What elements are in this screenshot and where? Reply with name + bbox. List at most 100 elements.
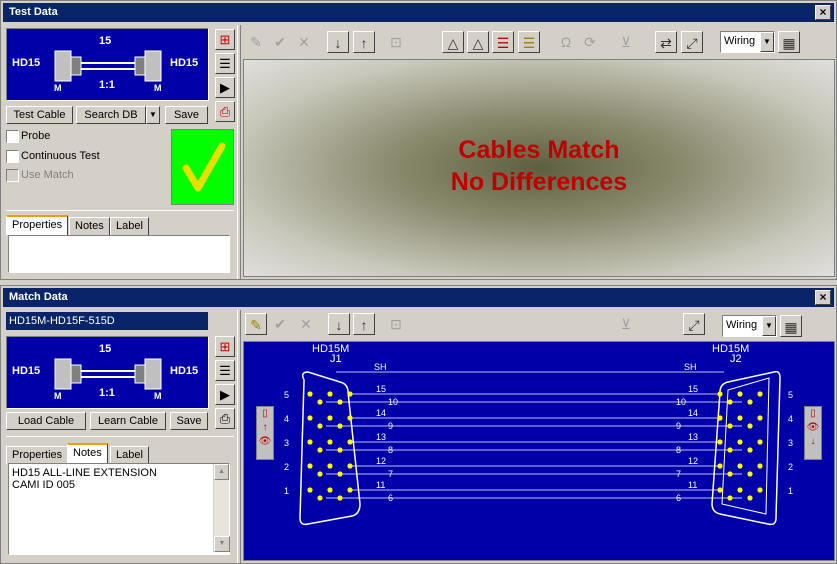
search-db-dropdown[interactable]: ▼	[146, 106, 160, 124]
notes-scrollbar[interactable]: ▲ ▼	[213, 464, 230, 552]
chevron-down-icon: ▼	[762, 316, 776, 336]
separator	[6, 210, 234, 211]
connector-icon[interactable]: ⊡	[385, 313, 407, 335]
arrow-up-icon[interactable]: ↑	[353, 313, 375, 335]
properties-content[interactable]	[8, 235, 230, 273]
pin-dot	[757, 487, 763, 493]
checkmark-icon	[182, 142, 226, 192]
close-button[interactable]: ×	[815, 290, 831, 305]
print-icon[interactable]: ⎙	[215, 408, 235, 429]
wire-label: 8	[388, 445, 393, 455]
pin-dot	[737, 391, 743, 397]
pencil-icon[interactable]: ✎	[245, 31, 267, 53]
red-lines-icon[interactable]: ☰	[492, 31, 514, 53]
wire-label: 6	[676, 493, 681, 503]
pin-dot	[757, 463, 763, 469]
match-data-panel: Match Data × HD15M-HD15F-515D 15 HD15 HD…	[0, 285, 837, 564]
tab-properties[interactable]: Properties	[6, 446, 69, 464]
add-triangle-icon[interactable]: △	[442, 31, 464, 53]
wiring-select[interactable]: Wiring ▼	[722, 315, 777, 337]
pencil-icon[interactable]: ✎	[245, 313, 267, 335]
left-probe-icon[interactable]: ▯ ↑ 👁	[256, 406, 274, 460]
tab-label[interactable]: Label	[110, 217, 149, 235]
result-line-1: Cables Match	[458, 136, 620, 164]
pin-dot	[747, 495, 753, 501]
grid-icon[interactable]: ▦	[780, 315, 802, 337]
test-cable-button[interactable]: Test Cable	[6, 106, 73, 124]
panel-splitter[interactable]	[237, 25, 241, 279]
scroll-up-icon[interactable]: ▲	[214, 464, 229, 480]
right-gender: M	[154, 83, 162, 93]
shield-label-right: SH	[684, 362, 697, 372]
save-button[interactable]: Save	[165, 106, 208, 124]
arrow-up-icon[interactable]: ↑	[353, 31, 375, 53]
wire-label: 6	[388, 493, 393, 503]
search-db-button[interactable]: Search DB	[76, 106, 146, 124]
print-icon[interactable]: ⎙	[215, 101, 235, 122]
yellow-lines-icon[interactable]: ☰	[518, 31, 540, 53]
j2-name-label: J2	[730, 353, 742, 365]
connector-pinout-icon[interactable]: ⊞	[215, 29, 235, 50]
tab-properties[interactable]: Properties	[6, 215, 69, 235]
pin-dot	[717, 415, 723, 421]
close-button[interactable]: ×	[815, 5, 831, 20]
swap-icon[interactable]: ⇄	[655, 31, 677, 53]
crosstalk-icon[interactable]: ⊻	[615, 31, 637, 53]
continuous-test-checkbox[interactable]	[6, 150, 19, 163]
tab-notes[interactable]: Notes	[69, 217, 110, 235]
notes-textarea[interactable]: HD15 ALL-LINE EXTENSION CAMI ID 005 ▲ ▼	[8, 463, 230, 555]
fit-icon[interactable]: ⤢	[683, 313, 705, 335]
pin-dot	[317, 495, 323, 501]
pin-dot	[307, 487, 313, 493]
triangle-icon[interactable]: △	[467, 31, 489, 53]
tab-notes[interactable]: Notes	[67, 443, 108, 463]
crosstalk-icon[interactable]: ⊻	[615, 313, 637, 335]
result-line-2: No Differences	[450, 168, 628, 196]
pin-dot	[747, 423, 753, 429]
pin-dot	[307, 415, 313, 421]
play-icon[interactable]: ▶	[215, 77, 235, 98]
connector-icon[interactable]: ⊡	[385, 31, 407, 53]
list-icon[interactable]: ☰	[215, 53, 235, 74]
pin-dot	[307, 391, 313, 397]
list-icon[interactable]: ☰	[215, 360, 235, 381]
pin-dot	[307, 439, 313, 445]
pin-dot	[757, 439, 763, 445]
pin-dot	[347, 487, 353, 493]
arrow-down-icon[interactable]: ↓	[328, 313, 350, 335]
x-icon[interactable]: ✕	[293, 31, 315, 53]
pin-dot	[717, 439, 723, 445]
refresh-icon[interactable]: ⟳	[579, 31, 601, 53]
ohm-icon[interactable]: Ω	[555, 31, 577, 53]
pin-dot	[757, 391, 763, 397]
pin-dot	[747, 447, 753, 453]
wire-label: 11	[376, 480, 385, 490]
check-icon[interactable]: ✔	[269, 31, 291, 53]
panel-splitter[interactable]	[237, 310, 241, 563]
pin-dot	[717, 391, 723, 397]
scroll-down-icon[interactable]: ▼	[214, 536, 230, 552]
wire-label: 14	[688, 408, 698, 418]
connector-pinout-icon[interactable]: ⊞	[215, 336, 235, 357]
learn-cable-button[interactable]: Learn Cable	[90, 412, 166, 430]
arrow-down-icon[interactable]: ↓	[327, 31, 349, 53]
wiring-select[interactable]: Wiring ▼	[720, 31, 775, 53]
check-icon[interactable]: ✔	[269, 313, 291, 335]
pin-dot	[727, 423, 733, 429]
tab-label[interactable]: Label	[110, 446, 149, 464]
fit-icon[interactable]: ⤢	[681, 31, 703, 53]
pin-dot	[727, 447, 733, 453]
probe-checkbox[interactable]	[6, 130, 19, 143]
grid-icon[interactable]: ▦	[778, 31, 800, 53]
pin-dot	[337, 471, 343, 477]
x-icon[interactable]: ✕	[295, 313, 317, 335]
play-icon[interactable]: ▶	[215, 384, 235, 405]
right-probe-icon[interactable]: ▯ 👁 ↓	[804, 406, 822, 460]
load-cable-button[interactable]: Load Cable	[6, 412, 86, 430]
pin-dot	[737, 487, 743, 493]
save-button[interactable]: Save	[170, 412, 208, 430]
match-data-titlebar: Match Data ×	[3, 288, 834, 307]
pin-dot	[307, 463, 313, 469]
test-data-title: Test Data	[9, 6, 58, 18]
pin-dot	[727, 399, 733, 405]
